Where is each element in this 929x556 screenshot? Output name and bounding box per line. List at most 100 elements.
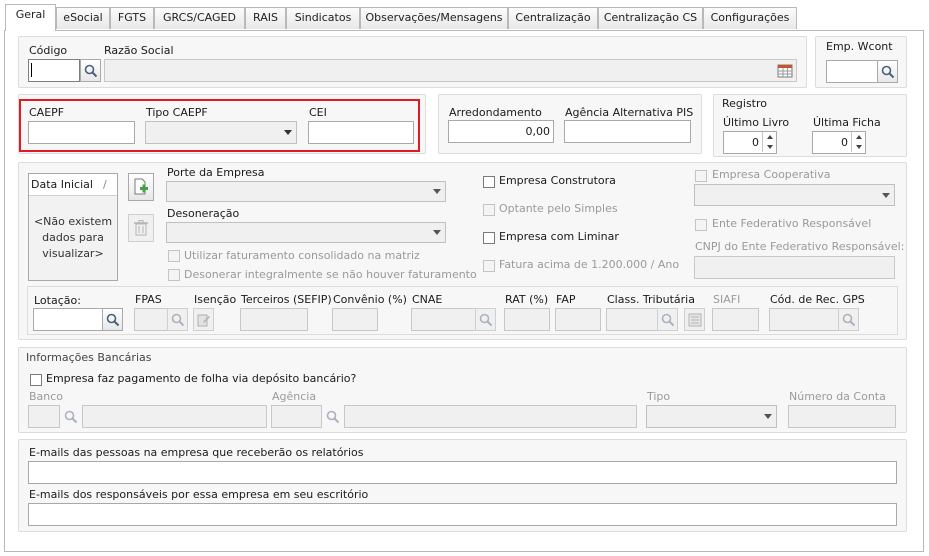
codigo-input[interactable]	[28, 59, 80, 82]
add-date-button[interactable]	[128, 173, 154, 201]
emp-wcont-search-button[interactable]	[877, 60, 898, 83]
agencia-name-input[interactable]	[344, 405, 637, 428]
class-trib-input[interactable]	[606, 308, 658, 331]
delete-date-button[interactable]	[128, 214, 154, 242]
deposito-label: Empresa faz pagamento de folha via depós…	[46, 372, 357, 385]
chevron-down-icon	[432, 189, 441, 194]
emp-wcont-input[interactable]	[826, 60, 878, 83]
fpas-search-button[interactable]	[167, 308, 188, 331]
siafi-label: SIAFI	[713, 293, 741, 306]
cod-rec-search-button[interactable]	[838, 308, 859, 331]
conta-input[interactable]	[788, 405, 896, 428]
trash-icon	[134, 220, 148, 236]
tab-centralizacao[interactable]: Centralização	[508, 7, 598, 29]
deposito-checkbox[interactable]	[30, 374, 42, 386]
search-icon	[661, 313, 674, 326]
class-trib-label: Class. Tributária	[607, 293, 695, 306]
liminar-checkbox[interactable]	[483, 232, 495, 244]
list-icon	[688, 313, 701, 326]
agencia-label: Agência	[272, 390, 317, 403]
edit-document-icon	[197, 314, 210, 326]
cnae-search-button[interactable]	[475, 308, 496, 331]
porte-select[interactable]	[166, 181, 446, 202]
grid-empty-message: <Não existem dados para visualizar>	[29, 214, 117, 262]
tipo-caepf-select[interactable]	[145, 121, 297, 144]
tipo-caepf-label: Tipo CAEPF	[146, 106, 208, 119]
lotacao-input[interactable]	[33, 308, 103, 331]
tipo-select[interactable]	[646, 405, 777, 428]
cei-input[interactable]	[308, 121, 414, 144]
emails-empresa-input[interactable]	[28, 461, 897, 484]
desoneracao-select[interactable]	[166, 222, 446, 243]
spin-up-button[interactable]	[851, 132, 865, 142]
fatura-label: Fatura acima de 1.200.000 / Ano	[499, 258, 680, 271]
cei-label: CEI	[309, 106, 327, 119]
ultima-ficha-spinner[interactable]: 0	[812, 131, 866, 154]
cnae-input[interactable]	[411, 308, 476, 331]
class-trib-search-button[interactable]	[657, 308, 678, 331]
caepf-input[interactable]	[28, 121, 135, 144]
spin-down-button[interactable]	[851, 142, 865, 152]
cooperativa-checkbox[interactable]	[695, 170, 707, 182]
agencia-pis-label: Agência Alternativa PIS	[565, 106, 694, 119]
fpas-label: FPAS	[135, 293, 162, 306]
tab-fgts[interactable]: FGTS	[110, 7, 154, 29]
agencia-code-input[interactable]	[271, 405, 322, 428]
tab-observacoes[interactable]: Observações/Mensagens	[360, 7, 508, 29]
construtora-label: Empresa Construtora	[499, 174, 616, 187]
ente-label: Ente Federativo Responsável	[712, 217, 872, 230]
razao-table-button[interactable]	[775, 60, 795, 81]
siafi-input[interactable]	[712, 308, 759, 331]
search-icon	[842, 313, 855, 326]
fap-input[interactable]	[555, 308, 601, 331]
banco-name-input[interactable]	[82, 405, 267, 428]
codigo-search-button[interactable]	[80, 59, 101, 82]
terceiros-input[interactable]	[240, 308, 308, 331]
desonerar-checkbox[interactable]	[168, 269, 180, 281]
construtora-checkbox[interactable]	[483, 176, 495, 188]
razao-social-input[interactable]	[104, 59, 797, 82]
ente-checkbox[interactable]	[695, 219, 707, 231]
agencia-search-button[interactable]	[322, 405, 343, 428]
isencao-button[interactable]	[193, 308, 214, 331]
bank-title: Informações Bancárias	[26, 351, 152, 364]
rat-input[interactable]	[504, 308, 550, 331]
cnpj-ente-input[interactable]	[694, 256, 895, 279]
utilizar-faturamento-checkbox[interactable]	[168, 250, 180, 262]
tab-configuracoes[interactable]: Configurações	[703, 7, 797, 29]
chevron-up-icon	[766, 135, 773, 139]
fatura-checkbox[interactable]	[483, 260, 495, 272]
convenio-input[interactable]	[332, 308, 378, 331]
emp-wcont-label: Emp. Wcont	[826, 40, 893, 53]
chevron-down-icon	[763, 414, 772, 419]
tab-geral[interactable]: Geral	[5, 4, 56, 31]
data-inicial-header[interactable]: Data Inicial	[31, 178, 93, 191]
emails-escritorio-input[interactable]	[28, 503, 897, 526]
banco-label: Banco	[29, 390, 64, 403]
ultimo-livro-spinner[interactable]: 0	[723, 131, 777, 154]
search-icon	[479, 313, 492, 326]
class-trib-list-button[interactable]	[684, 308, 705, 331]
optante-checkbox[interactable]	[483, 204, 495, 216]
fpas-input[interactable]	[134, 308, 168, 331]
tab-grcs-caged[interactable]: GRCS/CAGED	[154, 7, 245, 29]
cod-rec-input[interactable]	[769, 308, 839, 331]
arredondamento-input[interactable]: 0,00	[448, 120, 554, 143]
tab-sindicatos[interactable]: Sindicatos	[286, 7, 360, 29]
spin-down-button[interactable]	[762, 142, 776, 152]
table-icon	[777, 64, 793, 77]
data-inicial-grid[interactable]: Data Inicial / <Não existem dados para v…	[28, 173, 118, 281]
emails-escritorio-label: E-mails dos responsáveis por essa empres…	[29, 488, 369, 501]
banco-code-input[interactable]	[28, 405, 60, 428]
spin-up-button[interactable]	[762, 132, 776, 142]
sort-icon: /	[103, 178, 107, 191]
lotacao-search-button[interactable]	[102, 308, 123, 331]
tab-esocial[interactable]: eSocial	[56, 7, 110, 29]
tab-rais[interactable]: RAIS	[245, 7, 286, 29]
tab-centralizacao-cs[interactable]: Centralização CS	[598, 7, 703, 29]
banco-search-button[interactable]	[60, 405, 81, 428]
search-icon	[106, 313, 119, 326]
agencia-pis-input[interactable]	[564, 120, 691, 143]
cooperativa-select[interactable]	[694, 184, 895, 206]
rat-label: RAT (%)	[505, 293, 549, 306]
